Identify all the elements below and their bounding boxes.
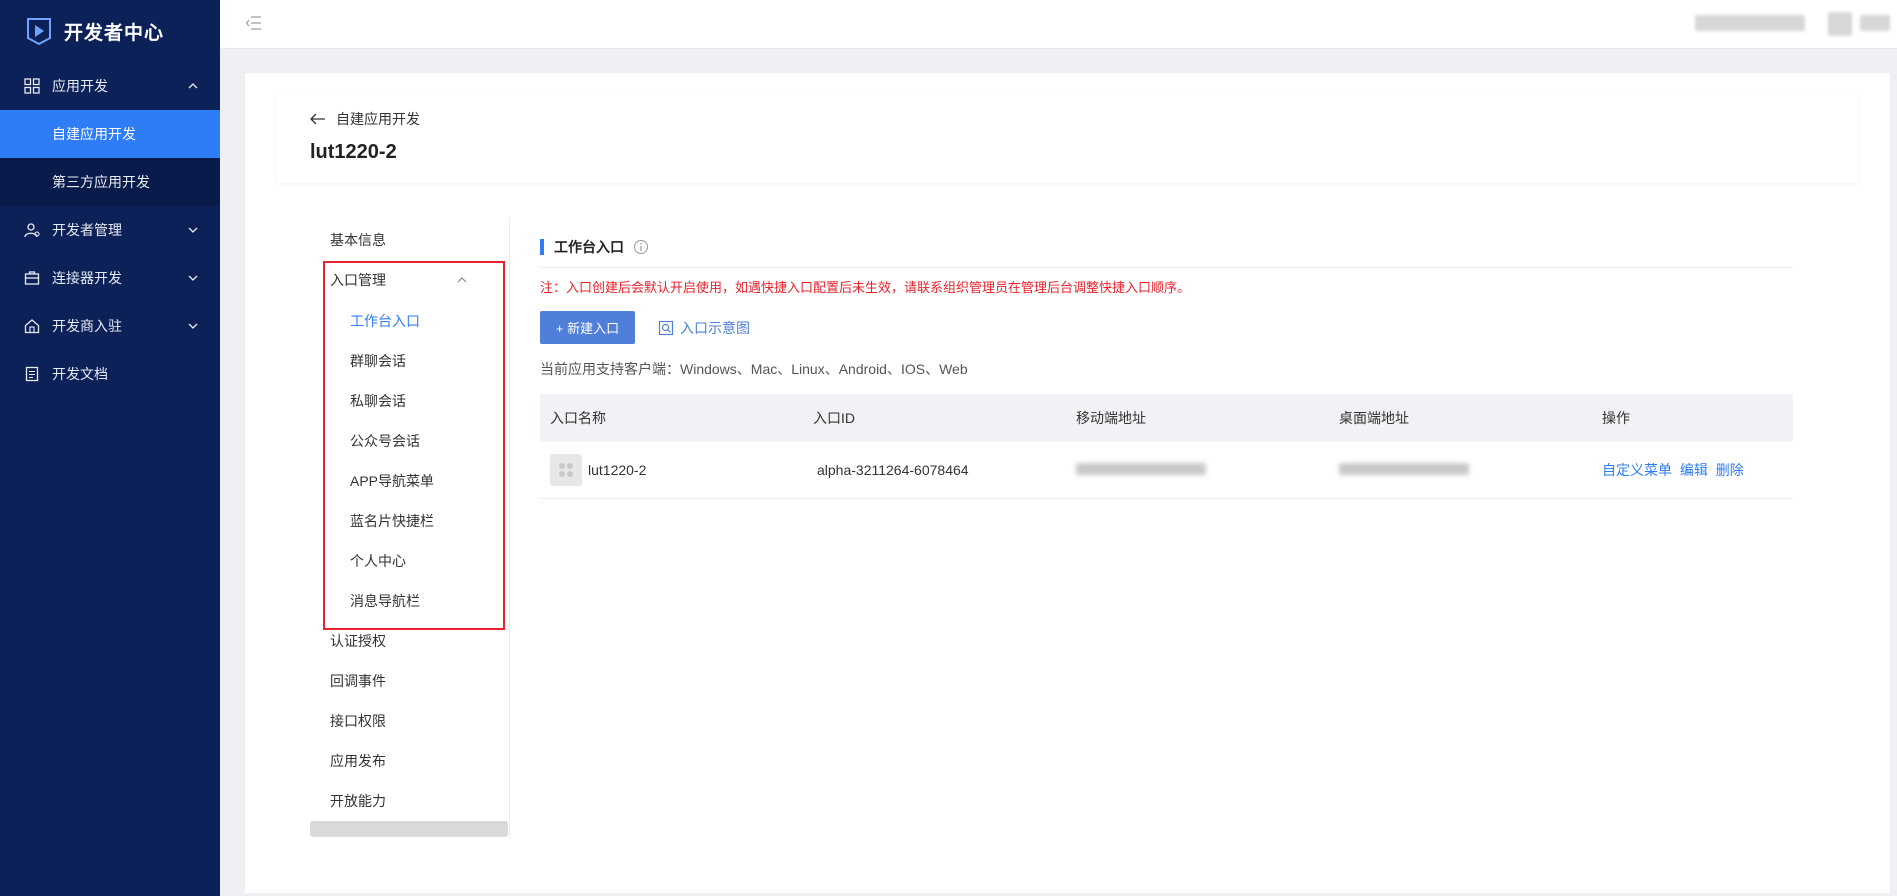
nav-group-app-dev[interactable]: 应用开发 (0, 62, 220, 110)
nav-group-label: 连接器开发 (52, 270, 122, 286)
new-entry-button[interactable]: + 新建入口 (540, 311, 635, 344)
menu-item-app-publish[interactable]: 应用发布 (330, 751, 386, 771)
title-accent-bar (540, 239, 544, 255)
menu-item-callback-events[interactable]: 回调事件 (330, 671, 386, 691)
column-header: 桌面端地址 (1339, 410, 1409, 426)
table-header: 入口名称 入口ID 移动端地址 桌面端地址 操作 (540, 394, 1793, 442)
user-gear-icon (24, 223, 40, 238)
menu-item-auth[interactable]: 认证授权 (330, 631, 386, 651)
chevron-down-icon (188, 323, 198, 329)
entry-name: lut1220-2 (588, 462, 647, 478)
chevron-up-icon (188, 83, 198, 89)
actions-cell: 自定义菜单 编辑 删除 (1592, 460, 1793, 480)
entry-diagram-label: 入口示意图 (680, 320, 750, 336)
chevron-down-icon (188, 227, 198, 233)
column-header: 移动端地址 (1076, 410, 1146, 426)
nav-group-vendor-onboarding[interactable]: 开发商入驻 (0, 302, 220, 350)
custom-menu-link[interactable]: 自定义菜单 (1602, 462, 1672, 478)
desktop-url-redacted (1339, 463, 1469, 475)
org-name-redacted (1695, 15, 1805, 31)
app-grid-icon (550, 454, 582, 486)
avatar[interactable] (1828, 12, 1852, 36)
nav-group-dev-docs[interactable]: 开发文档 (0, 350, 220, 398)
entry-name-cell: lut1220-2 (540, 454, 803, 486)
entry-id: alpha-3211264-6078464 (817, 462, 969, 478)
column-header: 入口ID (813, 410, 855, 426)
back-link[interactable]: 自建应用开发 (310, 109, 420, 129)
menu-item-open-capabilities[interactable]: 开放能力 (330, 791, 386, 811)
chevron-down-icon (188, 275, 198, 281)
section-title: 工作台入口 (540, 237, 649, 257)
sidebar: 开发者中心 应用开发 自建应用开发 第三方应用开发 开发者管理 连接器开发 开发… (0, 0, 220, 896)
horizontal-scrollbar[interactable] (310, 821, 508, 837)
warning-note: 注：入口创建后会默认开启使用，如遇快捷入口配置后未生效，请联系组织管理员在管理后… (540, 280, 1191, 295)
brand-logo-icon (27, 18, 51, 46)
nav-group-label: 应用开发 (52, 78, 108, 94)
preview-icon (658, 320, 674, 336)
top-bar (220, 0, 1897, 49)
nav-item-label: 自建应用开发 (52, 126, 136, 142)
entry-table: 入口名称 入口ID 移动端地址 桌面端地址 操作 lut1220-2 alpha… (540, 394, 1793, 499)
supported-platforms: 当前应用支持客户端：Windows、Mac、Linux、Android、IOS、… (540, 361, 968, 377)
menu-item-basic-info[interactable]: 基本信息 (330, 230, 386, 250)
menu-item-api-permissions[interactable]: 接口权限 (330, 711, 386, 731)
section-title-text: 工作台入口 (554, 239, 624, 255)
app-name-title: lut1220-2 (310, 141, 397, 163)
column-header: 入口名称 (550, 410, 606, 426)
edit-link[interactable]: 编辑 (1680, 462, 1708, 478)
info-icon[interactable] (633, 239, 649, 255)
nav-group-developer-mgmt[interactable]: 开发者管理 (0, 206, 220, 254)
desktop-url-cell (1329, 462, 1592, 478)
app-header-panel: 自建应用开发 lut1220-2 (276, 93, 1858, 183)
mobile-url-cell (1066, 462, 1329, 478)
delete-link[interactable]: 删除 (1716, 462, 1744, 478)
brand: 开发者中心 (0, 0, 220, 62)
document-icon (25, 366, 39, 382)
briefcase-icon (24, 271, 40, 285)
nav-group-label: 开发者管理 (52, 222, 122, 238)
highlight-box (323, 261, 505, 630)
arrow-left-icon (310, 113, 325, 125)
grid-icon (24, 78, 40, 94)
section-divider (540, 267, 1793, 268)
collapse-menu-icon[interactable] (246, 16, 262, 30)
nav-group-label: 开发文档 (52, 366, 108, 382)
nav-item-self-built-app[interactable]: 自建应用开发 (0, 110, 220, 158)
nav-group-connector-dev[interactable]: 连接器开发 (0, 254, 220, 302)
mobile-url-redacted (1076, 463, 1206, 475)
brand-title: 开发者中心 (64, 22, 165, 44)
back-link-label: 自建应用开发 (336, 111, 420, 127)
nav-item-third-party-app[interactable]: 第三方应用开发 (0, 158, 220, 206)
user-name-redacted[interactable] (1860, 15, 1890, 31)
nav-group-label: 开发商入驻 (52, 318, 122, 334)
entry-diagram-link[interactable]: 入口示意图 (658, 318, 750, 338)
home-icon (24, 319, 40, 334)
nav-item-label: 第三方应用开发 (52, 174, 150, 190)
table-row: lut1220-2 alpha-3211264-6078464 自定义菜单 编辑… (540, 442, 1793, 499)
column-header: 操作 (1602, 410, 1630, 426)
settings-menu: 基本信息 入口管理 工作台入口 群聊会话 私聊会话 公众号会话 APP导航菜单 … (310, 218, 510, 838)
